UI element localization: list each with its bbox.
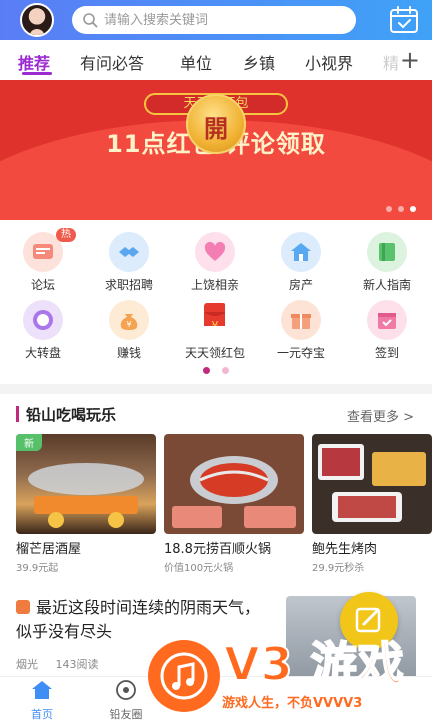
deal-price: 39.9元起 [16, 563, 59, 574]
channel-tabs: 推荐 有问必答 单位 乡镇 小视界 精 [0, 40, 432, 80]
gift-icon [281, 300, 321, 340]
deal-card[interactable]: 18.8元捞百顺火锅 价值100元火锅 [164, 434, 304, 574]
grid-label: 房产 [288, 278, 313, 292]
deal-price: 29.9元秒杀 [312, 563, 365, 574]
grid-label: 签到 [374, 346, 399, 360]
search-box[interactable] [72, 6, 356, 34]
section-title: 铅山吃喝玩乐 [26, 406, 117, 424]
hot-badge: 热 [56, 228, 76, 242]
tab-qa[interactable]: 有问必答 [80, 50, 144, 74]
handshake-icon [109, 232, 149, 272]
home-icon [32, 681, 52, 699]
grid-item-red-envelope[interactable]: ¥ 天天领红包 [172, 300, 258, 361]
nav-friends[interactable]: 铅友圈 [96, 679, 156, 720]
see-more-link[interactable]: 查看更多 > [347, 406, 414, 425]
banner-dot [398, 206, 404, 212]
user-avatar[interactable] [20, 3, 54, 37]
heart-icon [195, 232, 235, 272]
tab-small-vision[interactable]: 小视界 [305, 50, 353, 74]
grid-label: 天天领红包 [184, 346, 245, 360]
grid-item-dating[interactable]: 上饶相亲 [172, 232, 258, 293]
deal-card[interactable]: 新 榴芒居酒屋 39.9元起 [16, 434, 156, 574]
deal-card[interactable]: 鲍先生烤肉 29.9元秒杀 [312, 434, 432, 574]
red-envelope-icon: ¥ [195, 300, 235, 340]
active-tab-indicator [22, 72, 52, 75]
watermark-logo [148, 640, 220, 712]
see-more-label: 查看更多 [346, 410, 399, 425]
grid-label: 赚钱 [116, 346, 141, 360]
calendar-icon[interactable] [388, 6, 420, 34]
grid-pager-dot-active [203, 367, 210, 374]
tab-units[interactable]: 单位 [180, 50, 212, 74]
watermark-title: V3 游戏 [223, 636, 405, 692]
hotpot-photo-image [172, 456, 296, 528]
deal-title: 18.8元捞百顺火锅 [164, 542, 271, 557]
open-envelope-coin-icon[interactable]: 開 [186, 94, 246, 154]
nav-home[interactable]: 首页 [12, 679, 72, 720]
grid-item-checkin[interactable]: 签到 [344, 300, 430, 361]
tab-towns[interactable]: 乡镇 [243, 50, 275, 74]
watermark-slogan: 游戏人生，不负VVVV3 [222, 696, 363, 711]
coin-label: 開 [204, 115, 228, 143]
article-reads: 143阅读 [55, 658, 99, 671]
house-icon [281, 232, 321, 272]
banner-dot-active [410, 206, 416, 212]
svg-text:¥: ¥ [212, 319, 219, 326]
article-author: 烟光 [16, 658, 38, 671]
deal-title: 榴芒居酒屋 [16, 542, 82, 557]
deal-image [312, 434, 432, 534]
top-header [0, 0, 432, 40]
article-meta: 烟光 143阅读 [16, 656, 98, 672]
book-icon [367, 232, 407, 272]
deal-image [164, 434, 304, 534]
deal-title: 鲍先生烤肉 [312, 542, 378, 557]
money-bag-icon: ¥ [109, 300, 149, 340]
grid-item-lucky-draw[interactable]: 一元夺宝 [258, 300, 344, 361]
section-separator [0, 384, 432, 394]
grid-label: 大转盘 [24, 346, 61, 360]
music-note-icon [160, 652, 208, 700]
grid-item-wheel[interactable]: 大转盘 [0, 300, 86, 361]
grid-label: 求职招聘 [104, 278, 153, 292]
grid-label: 一元夺宝 [276, 346, 325, 360]
add-channel-icon[interactable]: + [400, 46, 420, 74]
calendar-check-icon [367, 300, 407, 340]
grid-pager-dot [222, 367, 229, 374]
grid-item-forum[interactable]: 热 论坛 [0, 228, 86, 293]
banner-dot [386, 206, 392, 212]
nav-home-label: 首页 [31, 708, 53, 720]
deal-image: 新 [16, 434, 156, 534]
bbq-photo-image [318, 444, 426, 522]
deal-price: 价值100元火锅 [164, 563, 234, 574]
grid-label: 论坛 [30, 278, 55, 292]
nav-friends-label: 铅友圈 [109, 708, 143, 720]
search-icon [83, 13, 98, 28]
new-badge: 新 [16, 434, 42, 451]
grid-item-guide[interactable]: 新人指南 [344, 232, 430, 293]
search-input[interactable] [104, 6, 344, 34]
grid-label: 新人指南 [362, 278, 411, 292]
svg-text:¥: ¥ [126, 320, 131, 329]
grid-label: 上饶相亲 [190, 278, 239, 292]
tab-more-cut[interactable]: 精 [383, 50, 399, 74]
chevron-right-icon: > [403, 410, 414, 425]
wheel-icon [23, 300, 63, 340]
app-screen: 推荐 有问必答 单位 乡镇 小视界 精 + 天天领红包 11点红包 评论领取 開… [0, 0, 432, 720]
eye-circle-icon [116, 680, 136, 700]
grid-item-jobs[interactable]: 求职招聘 [86, 232, 172, 293]
grid-item-housing[interactable]: 房产 [258, 232, 344, 293]
tab-recommend[interactable]: 推荐 [18, 50, 50, 74]
topic-flag-icon [16, 600, 30, 614]
section-accent-bar [16, 406, 19, 422]
grid-item-earn[interactable]: ¥ 赚钱 [86, 300, 172, 361]
